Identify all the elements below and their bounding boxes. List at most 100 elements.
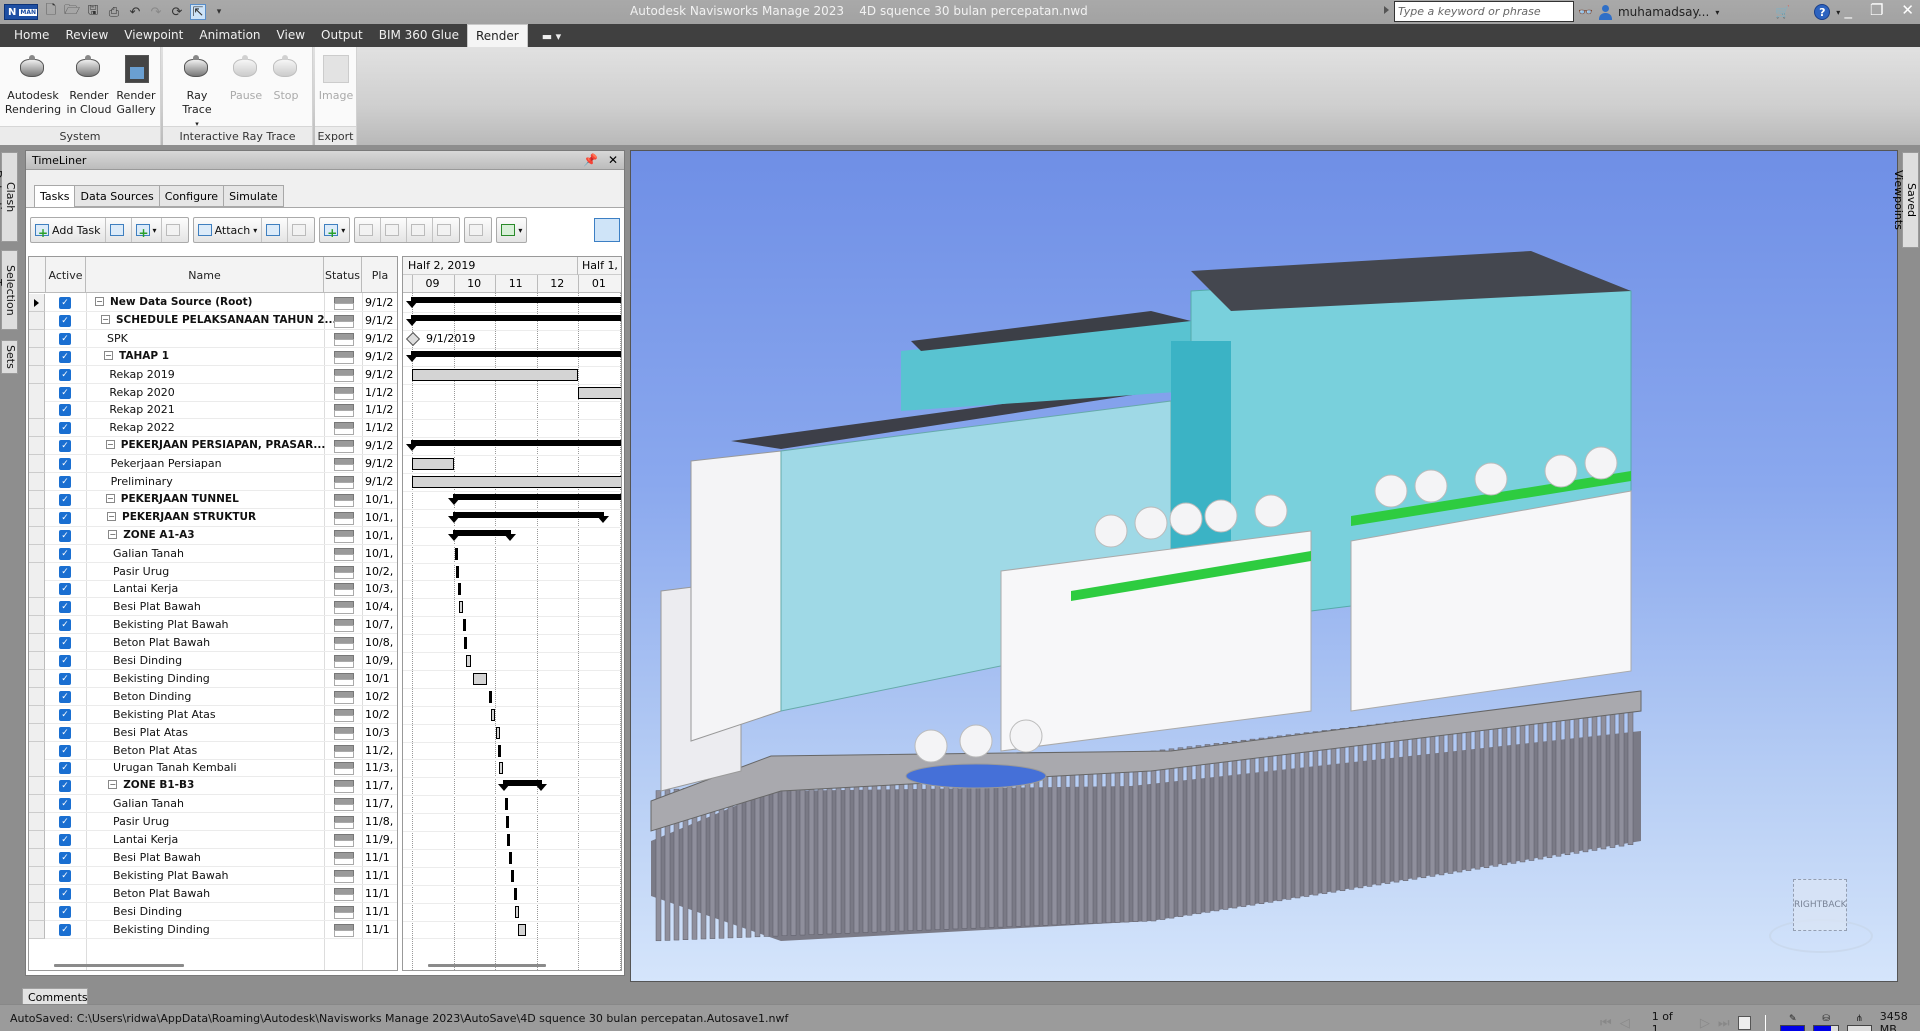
summary-bar[interactable]: [447, 493, 621, 505]
render-gallery-button[interactable]: Render Gallery: [112, 51, 160, 123]
task-bar[interactable]: [454, 547, 458, 560]
delete-task-button[interactable]: [162, 218, 188, 242]
planned-start[interactable]: 10/2: [365, 690, 397, 703]
table-row[interactable]: ✓ Bekisting Plat Bawah 11/1: [29, 866, 397, 885]
auto-add-tasks-button[interactable]: [106, 218, 132, 242]
planned-start[interactable]: 11/3,: [365, 761, 397, 774]
planned-start[interactable]: 11/7,: [365, 797, 397, 810]
task-name[interactable]: Urugan Tanah Kembali: [113, 761, 237, 774]
task-bar[interactable]: [518, 923, 527, 936]
task-name[interactable]: Lantai Kerja: [113, 833, 178, 846]
table-row[interactable]: ✓ Besi Dinding 10/9,: [29, 652, 397, 670]
3d-viewport[interactable]: ⊗ ◎ ✋ ⌕ ⟲ ◉ 👣 ➚ ⊖ RIGHTBACK: [630, 150, 1898, 982]
column-active[interactable]: Active: [46, 257, 86, 293]
autodesk-rendering-button[interactable]: Autodesk Rendering: [3, 51, 63, 123]
summary-bar[interactable]: [406, 440, 621, 452]
planned-start[interactable]: 9/1/2: [365, 314, 397, 327]
table-row[interactable]: ✓ Pasir Urug 10/2,: [29, 562, 397, 581]
ribbon-minimize-toggle[interactable]: ▬ ▾: [528, 26, 575, 47]
active-checkbox[interactable]: ✓: [59, 565, 71, 578]
save-icon[interactable]: 🖫: [85, 3, 101, 20]
active-checkbox[interactable]: ✓: [59, 458, 71, 471]
print-icon[interactable]: ⎙: [106, 4, 122, 20]
row-header[interactable]: [29, 884, 45, 903]
task-name[interactable]: Besi Plat Bawah: [113, 851, 201, 864]
refresh-icon[interactable]: ⟳: [169, 4, 185, 20]
planned-start[interactable]: 11/9,: [365, 833, 397, 846]
table-row[interactable]: ✓ − ZONE A1-A3 10/1,: [29, 526, 397, 545]
task-bar[interactable]: [509, 851, 513, 864]
row-header[interactable]: [29, 848, 45, 867]
face-right[interactable]: RIGHT: [1794, 900, 1822, 910]
row-header[interactable]: [29, 401, 45, 420]
active-checkbox[interactable]: ✓: [59, 905, 71, 918]
column-planned-start[interactable]: Pla: [362, 257, 397, 293]
task-name[interactable]: Lantai Kerja: [113, 582, 178, 595]
tab-bim360-glue[interactable]: BIM 360 Glue: [371, 24, 467, 47]
collapse-icon[interactable]: −: [107, 511, 116, 521]
task-bar[interactable]: [507, 834, 511, 846]
row-header[interactable]: [29, 634, 45, 653]
chevron-down-icon[interactable]: ▾: [1715, 8, 1719, 17]
planned-start[interactable]: 11/2,: [365, 744, 397, 757]
table-row[interactable]: ✓ Urugan Tanah Kembali 11/3,: [29, 759, 397, 778]
side-tab-sets[interactable]: Sets: [1, 340, 18, 374]
help-search-input[interactable]: Type a keyword or phrase: [1394, 1, 1574, 22]
first-sheet-icon[interactable]: ⏮: [1600, 1016, 1612, 1031]
show-gantt-toggle[interactable]: [594, 218, 620, 242]
active-checkbox[interactable]: ✓: [59, 619, 71, 632]
sheet-browser-icon[interactable]: [1737, 1016, 1752, 1030]
planned-start[interactable]: 9/1/2: [365, 457, 397, 470]
task-name[interactable]: − SCHEDULE PELAKSANAAN TAHUN 2...: [101, 314, 337, 326]
collapse-icon[interactable]: −: [105, 440, 115, 450]
row-header[interactable]: [29, 920, 45, 939]
pin-icon[interactable]: 📌: [583, 153, 598, 167]
planned-start[interactable]: 10/8,: [365, 636, 397, 649]
add-comment-button[interactable]: [465, 218, 491, 242]
planned-start[interactable]: 1/1/2: [365, 403, 397, 416]
task-name[interactable]: Bekisting Plat Bawah: [113, 869, 229, 882]
tab-tasks[interactable]: Tasks: [34, 185, 76, 209]
summary-bar[interactable]: [406, 350, 621, 362]
detach-button[interactable]: [288, 218, 314, 242]
task-bar[interactable]: [466, 655, 472, 667]
help-dropdown-icon[interactable]: ▾: [1836, 8, 1840, 17]
active-checkbox[interactable]: ✓: [59, 708, 71, 721]
tab-review[interactable]: Review: [57, 24, 116, 47]
task-bar[interactable]: [488, 690, 492, 703]
table-row[interactable]: ✓ Rekap 2022 1/1/2: [29, 419, 397, 438]
active-checkbox[interactable]: ✓: [59, 493, 71, 506]
row-header[interactable]: [29, 419, 45, 438]
task-name[interactable]: Bekisting Plat Atas: [113, 708, 216, 721]
tab-output[interactable]: Output: [313, 24, 371, 47]
active-checkbox[interactable]: ✓: [59, 583, 71, 596]
planned-start[interactable]: 10/2,: [365, 565, 397, 578]
table-row[interactable]: ✓ Pekerjaan Persiapan 9/1/2: [29, 455, 397, 474]
collapse-icon[interactable]: −: [105, 493, 115, 503]
image-export-button[interactable]: Image: [317, 51, 355, 123]
summary-bar[interactable]: [406, 297, 621, 308]
column-name[interactable]: Name: [86, 257, 324, 293]
row-header[interactable]: [29, 347, 45, 366]
stop-button[interactable]: Stop: [267, 51, 305, 123]
undo-icon[interactable]: ↶: [127, 4, 143, 20]
row-header[interactable]: [29, 294, 45, 312]
side-tab-selection-tree[interactable]: Selection Tree: [0, 250, 18, 330]
collapse-icon[interactable]: −: [108, 529, 118, 539]
ray-trace-button[interactable]: Ray Trace ▾: [171, 51, 223, 128]
active-checkbox[interactable]: ✓: [59, 368, 71, 381]
row-header[interactable]: [29, 383, 45, 402]
planned-start[interactable]: 10/1: [365, 672, 397, 685]
collapse-icon[interactable]: −: [108, 780, 118, 790]
table-row[interactable]: ✓ Bekisting Dinding 11/1: [29, 920, 397, 939]
row-header[interactable]: [29, 777, 45, 796]
columns-button[interactable]: ▾: [497, 218, 526, 242]
tab-data-sources[interactable]: Data Sources: [74, 185, 160, 207]
summary-bar[interactable]: [497, 780, 547, 792]
task-name[interactable]: Bekisting Plat Bawah: [113, 618, 229, 631]
active-checkbox[interactable]: ✓: [59, 869, 71, 882]
summary-bar[interactable]: [406, 314, 621, 326]
table-row[interactable]: ✓ − TAHAP 1 9/1/2: [29, 347, 397, 366]
table-row[interactable]: ✓ Bekisting Dinding 10/1: [29, 669, 397, 688]
task-bar[interactable]: [464, 637, 468, 650]
